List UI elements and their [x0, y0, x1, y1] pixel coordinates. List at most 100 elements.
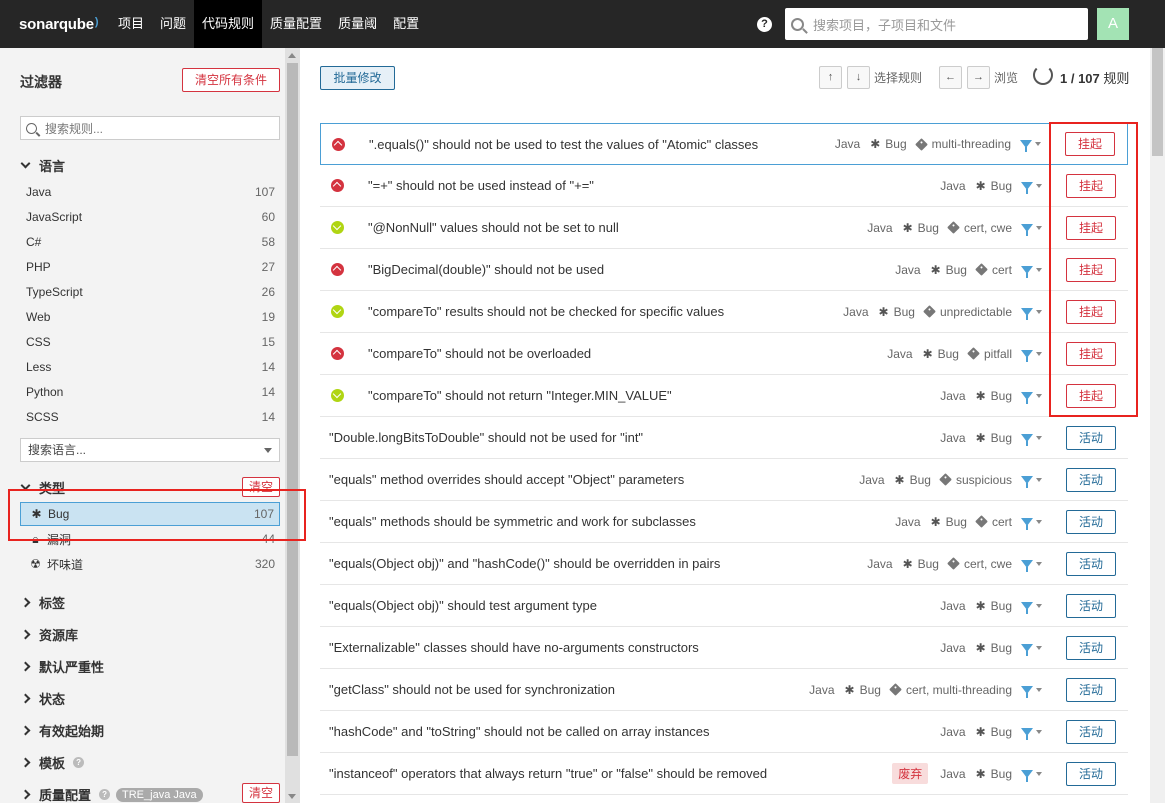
- rule-title[interactable]: "compareTo" should not return "Integer.M…: [368, 388, 672, 403]
- facet-template-header[interactable]: 模板 ?: [20, 753, 85, 772]
- filter-similar-icon[interactable]: [1021, 685, 1033, 698]
- facet-language-header[interactable]: 语言: [20, 156, 65, 175]
- nav-quality-profiles[interactable]: 质量配置: [262, 0, 330, 48]
- rule-row[interactable]: "@NonNull" values should not be set to n…: [320, 207, 1128, 249]
- nav-administration[interactable]: 配置: [385, 0, 427, 48]
- chevron-down-icon[interactable]: [1036, 435, 1042, 440]
- filter-similar-icon[interactable]: [1020, 140, 1032, 152]
- activate-rule-button[interactable]: 活动: [1066, 509, 1116, 534]
- filter-similar-icon[interactable]: [1021, 265, 1033, 278]
- facet-status-header[interactable]: 状态: [20, 689, 65, 708]
- activate-rule-button[interactable]: 活动: [1066, 551, 1116, 576]
- nav-projects[interactable]: 项目: [110, 0, 152, 48]
- filter-similar-icon[interactable]: [1021, 559, 1033, 572]
- activate-rule-button[interactable]: 活动: [1066, 467, 1116, 492]
- rule-title[interactable]: "compareTo" should not be overloaded: [368, 346, 591, 361]
- chevron-down-icon[interactable]: [1036, 267, 1042, 272]
- activate-rule-button[interactable]: 活动: [1066, 593, 1116, 618]
- scrollbar-thumb[interactable]: [1152, 48, 1163, 156]
- rule-search-input[interactable]: 搜索规则...: [20, 116, 280, 140]
- sidebar-scrollbar[interactable]: [285, 48, 300, 803]
- activate-rule-button[interactable]: 活动: [1066, 719, 1116, 744]
- rule-row[interactable]: "Externalizable" classes should have no-…: [320, 627, 1128, 669]
- language-search-select[interactable]: 搜索语言...: [20, 438, 280, 462]
- chevron-down-icon[interactable]: [1036, 225, 1042, 230]
- rule-title[interactable]: "equals" methods should be symmetric and…: [329, 514, 696, 529]
- browse-forward-button[interactable]: →: [967, 66, 990, 89]
- sonarqube-logo[interactable]: sonarqube): [0, 16, 110, 33]
- facet-quality-profile-header[interactable]: 质量配置 ? TRE_java Java: [20, 785, 203, 803]
- scroll-down-arrow-icon[interactable]: [288, 794, 296, 799]
- global-search-input[interactable]: 搜索项目，子项目和文件: [785, 8, 1088, 40]
- chevron-down-icon[interactable]: [1036, 561, 1042, 566]
- language-filter-item[interactable]: C# 58: [20, 231, 280, 253]
- language-filter-item[interactable]: PHP 27: [20, 256, 280, 278]
- rule-row[interactable]: "getClass" should not be used for synchr…: [320, 669, 1128, 711]
- filter-similar-icon[interactable]: [1021, 391, 1033, 404]
- filter-similar-icon[interactable]: [1021, 517, 1033, 530]
- scroll-up-arrow-icon[interactable]: [288, 53, 296, 58]
- help-icon[interactable]: ?: [73, 757, 85, 768]
- rule-title[interactable]: "=+" should not be used instead of "+=": [368, 178, 594, 193]
- rule-title[interactable]: "BigDecimal(double)" should not be used: [368, 262, 604, 277]
- rule-title[interactable]: "getClass" should not be used for synchr…: [329, 682, 615, 697]
- rule-title[interactable]: "equals" method overrides should accept …: [329, 472, 684, 487]
- rule-row[interactable]: "equals" method overrides should accept …: [320, 459, 1128, 501]
- rule-title[interactable]: "hashCode" and "toString" should not be …: [329, 724, 710, 739]
- clear-all-filters-button[interactable]: 清空所有条件: [182, 68, 280, 92]
- user-avatar[interactable]: A: [1097, 8, 1129, 40]
- rule-row[interactable]: "compareTo" should not be overloaded Java…: [320, 333, 1128, 375]
- chevron-down-icon[interactable]: [1036, 519, 1042, 524]
- rule-title[interactable]: "compareTo" results should not be checke…: [368, 304, 724, 319]
- language-filter-item[interactable]: Less 14: [20, 356, 280, 378]
- rule-title[interactable]: "equals(Object obj)" and "hashCode()" sh…: [329, 556, 720, 571]
- help-icon[interactable]: ?: [99, 789, 111, 800]
- activate-rule-button[interactable]: 活动: [1066, 425, 1116, 450]
- facet-default-severity-header[interactable]: 默认严重性: [20, 657, 104, 676]
- rule-row[interactable]: "=+" should not be used instead of "+=" J…: [320, 165, 1128, 207]
- filter-similar-icon[interactable]: [1021, 727, 1033, 740]
- chevron-down-icon[interactable]: [1036, 351, 1042, 356]
- filter-similar-icon[interactable]: [1021, 181, 1033, 194]
- rule-title[interactable]: "@NonNull" values should not be set to n…: [368, 220, 619, 235]
- chevron-down-icon[interactable]: [1036, 645, 1042, 650]
- filter-similar-icon[interactable]: [1021, 643, 1033, 656]
- language-filter-item[interactable]: Java 107: [20, 181, 280, 203]
- rule-row[interactable]: "instanceof" operators that always retur…: [320, 753, 1128, 795]
- select-next-rule-button[interactable]: ↓: [847, 66, 870, 89]
- activate-rule-button[interactable]: 活动: [1066, 635, 1116, 660]
- rule-title[interactable]: "Double.longBitsToDouble" should not be …: [329, 430, 643, 445]
- chevron-down-icon[interactable]: [1036, 687, 1042, 692]
- filter-similar-icon[interactable]: [1021, 349, 1033, 362]
- help-icon[interactable]: ?: [757, 16, 772, 32]
- chevron-down-icon[interactable]: [1036, 771, 1042, 776]
- rule-row[interactable]: "hashCode" and "toString" should not be …: [320, 711, 1128, 753]
- chevron-down-icon[interactable]: [1036, 183, 1042, 188]
- activate-rule-button[interactable]: 活动: [1066, 761, 1116, 786]
- rule-row[interactable]: "BigDecimal(double)" should not be used J…: [320, 249, 1128, 291]
- rule-row[interactable]: "Double.longBitsToDouble" should not be …: [320, 417, 1128, 459]
- nav-issues[interactable]: 问题: [152, 0, 194, 48]
- nav-quality-gates[interactable]: 质量阈: [330, 0, 385, 48]
- rule-title[interactable]: "equals(Object obj)" should test argumen…: [329, 598, 597, 613]
- filter-similar-icon[interactable]: [1021, 769, 1033, 782]
- select-prev-rule-button[interactable]: ↑: [819, 66, 842, 89]
- filter-similar-icon[interactable]: [1021, 601, 1033, 614]
- rule-row[interactable]: "compareTo" should not return "Integer.M…: [320, 375, 1128, 417]
- language-filter-item[interactable]: TypeScript 26: [20, 281, 280, 303]
- scrollbar-thumb[interactable]: [287, 63, 298, 756]
- browse-back-button[interactable]: ←: [939, 66, 962, 89]
- type-filter-code-smell[interactable]: ☢ 坏味道 320: [20, 552, 280, 576]
- filter-similar-icon[interactable]: [1021, 475, 1033, 488]
- rule-row[interactable]: "equals(Object obj)" should test argumen…: [320, 585, 1128, 627]
- language-filter-item[interactable]: Python 14: [20, 381, 280, 403]
- rule-title[interactable]: "Externalizable" classes should have no-…: [329, 640, 699, 655]
- nav-rules[interactable]: 代码规则: [194, 0, 263, 48]
- rule-title[interactable]: ".equals()" should not be used to test t…: [369, 137, 758, 152]
- facet-available-since-header[interactable]: 有效起始期: [20, 721, 104, 740]
- filter-similar-icon[interactable]: [1021, 223, 1033, 236]
- rule-row[interactable]: ".equals()" should not be used to test t…: [320, 123, 1128, 165]
- filter-similar-icon[interactable]: [1021, 433, 1033, 446]
- chevron-down-icon[interactable]: [1036, 603, 1042, 608]
- chevron-down-icon[interactable]: [1036, 729, 1042, 734]
